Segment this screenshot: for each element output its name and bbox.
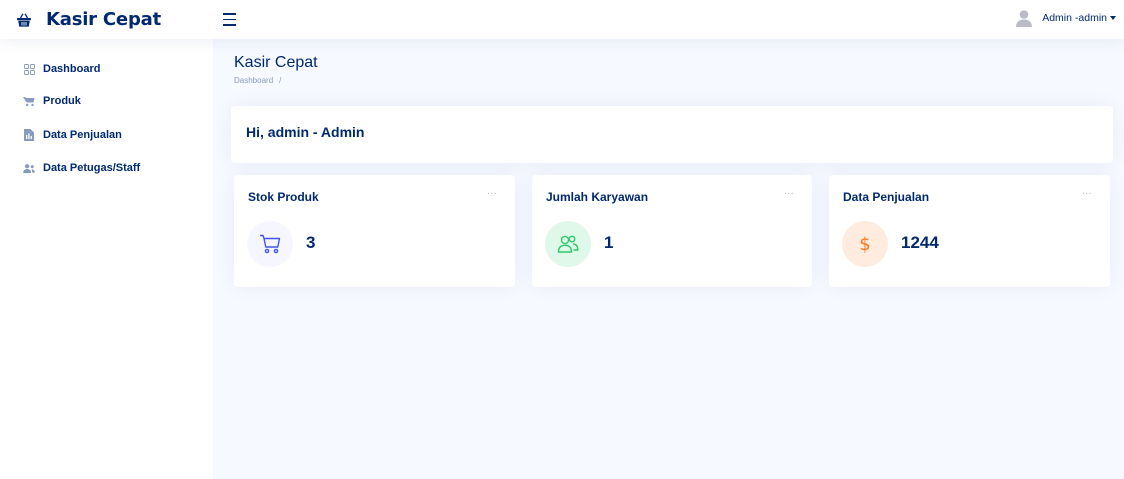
more-options-icon[interactable]: ... — [487, 186, 497, 197]
menu-icon-bar — [223, 18, 236, 21]
stat-card-jumlah-karyawan: Jumlah Karyawan ... 1 — [532, 175, 812, 287]
user-avatar-icon — [1014, 8, 1034, 28]
sidebar-item-label: Dashboard — [43, 63, 101, 75]
sidebar: Dashboard Produk Data Penjualan Data Pet… — [0, 39, 213, 479]
document-icon — [23, 129, 35, 141]
main-content: Kasir Cepat Dashboard / Hi, admin - Admi… — [213, 39, 1124, 479]
sidebar-toggle-button[interactable] — [223, 9, 245, 31]
sidebar-item-produk[interactable]: Produk — [23, 95, 81, 107]
sidebar-item-label: Data Penjualan — [43, 129, 122, 141]
sidebar-item-label: Data Petugas/Staff — [43, 162, 141, 174]
user-name: Admin -admin — [1042, 12, 1107, 24]
page-title: Kasir Cepat — [234, 54, 318, 71]
stat-card-stok-produk: Stok Produk ... 3 — [234, 175, 515, 287]
svg-text:$: $ — [859, 234, 870, 255]
app-title: Kasir Cepat — [46, 9, 161, 30]
menu-icon-bar — [223, 24, 236, 26]
sidebar-item-label: Produk — [43, 95, 81, 107]
user-menu[interactable]: Admin -admin — [1014, 8, 1116, 28]
welcome-message: Hi, admin - Admin — [246, 124, 365, 140]
breadcrumb-item-dashboard[interactable]: Dashboard — [234, 76, 273, 85]
stat-title: Stok Produk — [248, 190, 319, 204]
stat-value: 1244 — [901, 233, 939, 252]
more-options-icon[interactable]: ... — [784, 186, 794, 197]
sidebar-item-data-penjualan[interactable]: Data Penjualan — [23, 129, 122, 141]
sidebar-item-dashboard[interactable]: Dashboard — [23, 63, 100, 75]
grid-icon — [23, 63, 35, 75]
stat-value: 3 — [306, 233, 316, 252]
breadcrumb: Dashboard / — [234, 76, 281, 85]
stat-card-data-penjualan: Data Penjualan ... $ 1244 — [829, 175, 1110, 287]
breadcrumb-separator: / — [279, 76, 282, 85]
more-options-icon[interactable]: ... — [1082, 186, 1092, 197]
sidebar-item-data-petugas-staff[interactable]: Data Petugas/Staff — [23, 162, 140, 174]
stat-title: Jumlah Karyawan — [546, 190, 649, 204]
logo[interactable]: Kasir Cepat — [0, 8, 213, 32]
cart-icon — [247, 221, 293, 267]
welcome-card: Hi, admin - Admin — [231, 106, 1113, 163]
menu-icon-bar — [223, 13, 236, 15]
chevron-down-icon — [1110, 16, 1116, 20]
people-icon — [23, 162, 35, 174]
cart-icon — [23, 95, 35, 107]
top-header: Kasir Cepat Admin -admin — [0, 0, 1124, 39]
basket-icon — [12, 8, 36, 32]
stat-title: Data Penjualan — [843, 190, 930, 204]
dollar-icon: $ — [842, 221, 888, 267]
people-icon — [545, 221, 591, 267]
stat-value: 1 — [604, 233, 614, 252]
